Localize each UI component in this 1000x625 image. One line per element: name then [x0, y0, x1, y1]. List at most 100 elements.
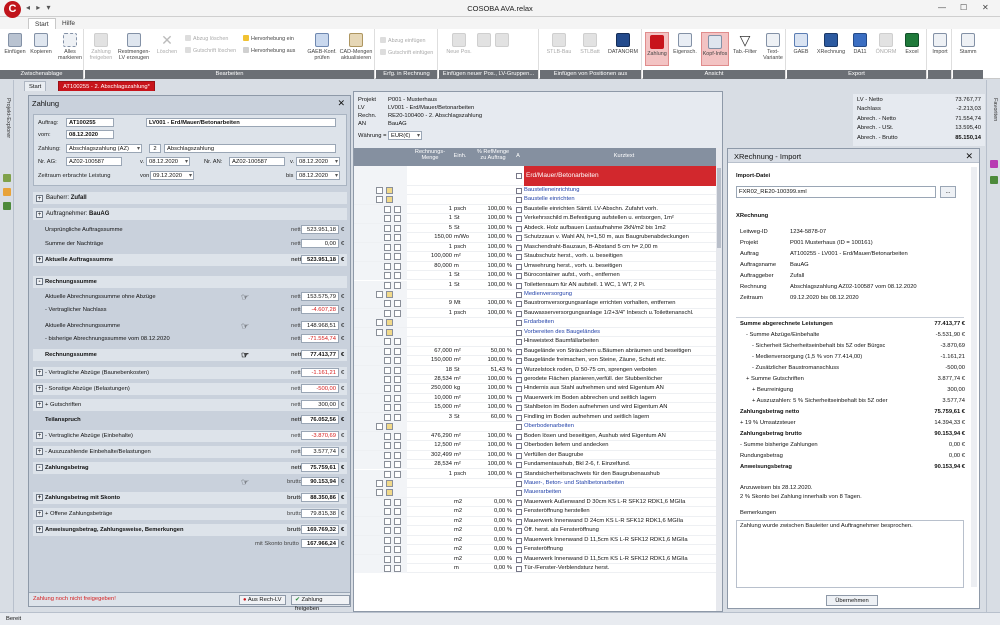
zahlung-text-field[interactable]: Abschlagszahlung — [164, 144, 336, 153]
tree-node-icon[interactable] — [384, 347, 391, 355]
tree-node-icon[interactable] — [384, 546, 391, 554]
tree-node-icon[interactable] — [384, 451, 391, 459]
rechnungssumme-head[interactable]: - Rechnungssumme — [33, 276, 347, 288]
row-checkbox[interactable] — [516, 282, 522, 289]
import-button[interactable]: Import — [930, 33, 950, 55]
tree-node-icon[interactable] — [384, 508, 391, 516]
zahlung-freigeben-footer-button[interactable]: ✔ Zahlung freigeben — [291, 595, 350, 612]
table-row[interactable]: Erdarbeiten — [354, 318, 718, 328]
skonto-row[interactable]: + Zahlungsbetrag mit Skonto brutto 88.350,8… — [33, 492, 347, 504]
doc-tab-start[interactable]: Start — [24, 81, 47, 91]
row-checkbox[interactable] — [516, 386, 522, 393]
expand-icon[interactable]: + — [36, 526, 43, 533]
table-row[interactable]: 476,290 m² 100,00 % Boden lösen und beseiti… — [354, 431, 718, 442]
menge-cell[interactable]: 15,000 — [434, 403, 452, 412]
row-checkbox[interactable] — [516, 273, 522, 280]
tree-node-icon[interactable] — [384, 262, 391, 270]
col-a[interactable]: A — [514, 153, 522, 159]
tree-node-icon[interactable] — [384, 470, 391, 478]
row-checkbox[interactable] — [516, 216, 522, 223]
bauherr-section[interactable]: + Bauherr: Zufall — [33, 192, 347, 204]
gutschrift-loeschen-button[interactable]: Gutschrift löschen — [185, 47, 236, 54]
menge-cell[interactable]: 1 — [449, 309, 452, 318]
abzug-einfuegen-button[interactable]: Abzug einfügen — [380, 37, 425, 44]
table-row[interactable]: 1 psch 100,00 % Maschendraht-Bauzaun, B-Abs… — [354, 242, 718, 253]
nr-an-date[interactable]: 08.12.2020 — [296, 157, 340, 166]
nr-ag-date[interactable]: 08.12.2020 — [146, 157, 190, 166]
row-checkbox[interactable] — [516, 537, 522, 544]
lv-field[interactable]: LV001 - Erd/Mauer/Betonarbeiten — [146, 118, 336, 127]
expand-icon[interactable]: + — [36, 448, 43, 455]
row-checkbox[interactable] — [516, 490, 522, 497]
expand-icon[interactable]: + — [36, 432, 43, 439]
tree-icon[interactable] — [3, 202, 11, 210]
menge-cell[interactable]: 1 — [449, 271, 452, 280]
menge-cell[interactable]: 150,00 — [434, 233, 452, 242]
row-checkbox[interactable] — [516, 405, 522, 412]
row-checkbox[interactable] — [516, 509, 522, 516]
table-scrollbar[interactable] — [716, 148, 722, 611]
tree-node-icon[interactable] — [384, 413, 391, 421]
expand-icon[interactable]: + — [36, 401, 43, 408]
stlb-bau-button[interactable]: STLB-Bau — [544, 33, 574, 55]
bemerkung-textarea[interactable]: Zahlung wurde zwischen Bauleiter und Auf… — [736, 520, 964, 588]
table-row[interactable]: Oberbodenarbeiten — [354, 422, 718, 432]
menge-cell[interactable]: 10,000 — [434, 394, 452, 403]
tree-node-icon[interactable] — [384, 498, 391, 506]
abz-bauneben-row[interactable]: + - Vertragliche Abzüge (Baunebenkosten) n… — [33, 367, 347, 379]
zahlungsbetrag-row[interactable]: - Zahlungsbetrag netto 75.759,61 € — [33, 462, 347, 474]
auszuzahlende-row[interactable]: + - Auszuzahlende Einbehalte/Belastungen n… — [33, 446, 347, 458]
kopf-infos-button[interactable]: Kopf-Infos — [701, 32, 729, 66]
close-icon[interactable]: ✕ — [337, 98, 345, 109]
table-row[interactable]: 10,000 m² 100,00 % Mauerwerk im Boden abbre… — [354, 393, 718, 404]
table-row[interactable]: 28,534 m² 100,00 % Fundamentaushub, Bkl 2-6… — [354, 460, 718, 470]
tree-node-icon[interactable] — [384, 281, 391, 289]
menge-cell[interactable]: 1 — [449, 205, 452, 214]
table-row[interactable]: Baustelleneinrichtung — [354, 186, 718, 196]
expand-icon[interactable]: + — [36, 195, 43, 202]
da11-export-button[interactable]: DA11 — [849, 33, 871, 55]
tree-node-icon[interactable] — [376, 290, 383, 298]
menge-cell[interactable]: 250,000 — [431, 384, 452, 393]
hand-icon[interactable]: ☞ — [241, 349, 249, 361]
collapse-icon[interactable]: - — [36, 278, 43, 285]
table-row[interactable]: 9 Mt 100,00 % Baustromversorgungsanlage err… — [354, 299, 718, 309]
tree-node-icon[interactable] — [384, 555, 391, 563]
row-checkbox[interactable] — [516, 329, 522, 336]
datanorm-button[interactable]: DATANORM — [606, 33, 640, 55]
row-checkbox[interactable] — [516, 254, 522, 261]
menge-cell[interactable]: 12,500 — [434, 441, 452, 450]
tree-node-icon[interactable] — [384, 394, 391, 402]
row-checkbox[interactable] — [516, 433, 522, 440]
tree-node-icon[interactable] — [384, 224, 391, 232]
minimize-button[interactable]: — — [938, 3, 946, 12]
expand-icon[interactable]: + — [36, 211, 43, 218]
table-row[interactable]: m2 0,00 % Mauerwerk Außenwand D 30cm KS L-… — [354, 497, 718, 508]
table-row[interactable]: m2 0,00 % Fensteröffnung herstellen — [354, 507, 718, 517]
vom-field[interactable]: 08.12.2020 — [66, 130, 114, 139]
row-checkbox[interactable] — [516, 235, 522, 242]
tree-node-icon[interactable] — [384, 366, 391, 374]
table-row[interactable]: 150,000 m² 100,00 % Baugelände freimachen, … — [354, 356, 718, 366]
explorer-icon[interactable] — [3, 174, 11, 182]
nr-an-field[interactable]: AZ02-100587 — [229, 157, 285, 166]
table-row[interactable]: m2 0,00 % Fensteröffnung — [354, 545, 718, 555]
tree-node-icon[interactable] — [376, 196, 383, 204]
tree-node-icon[interactable] — [384, 432, 391, 440]
table-row[interactable]: 1 St 100,00 % Verkehrsschild m.Befestigung … — [354, 214, 718, 224]
table-row[interactable]: 1 St 100,00 % Bürocontainer aufst., vorh., … — [354, 271, 718, 281]
row-value[interactable]: 153.575,79 — [301, 292, 339, 301]
copy-button[interactable]: Kopieren — [28, 33, 54, 55]
table-row[interactable]: 28,534 m² 100,00 % gerodete Flächen planier… — [354, 375, 718, 385]
menge-cell[interactable]: 18 — [446, 366, 452, 375]
table-row[interactable]: m2 0,00 % Öff. herst. als Fensteröffnung — [354, 526, 718, 536]
tab-filter-button[interactable]: ▽ Tab.-Filter — [731, 33, 759, 55]
tree-node-icon[interactable] — [384, 536, 391, 544]
neue-pos-button[interactable]: Neue Pos. — [445, 33, 473, 55]
eigenschaften-button[interactable]: Eigensch. — [671, 33, 699, 55]
row-checkbox[interactable] — [516, 414, 522, 421]
menge-cell[interactable]: 80,000 — [434, 262, 452, 271]
maximize-button[interactable]: ☐ — [960, 3, 967, 12]
tree-node-icon[interactable] — [384, 234, 391, 242]
menge-cell[interactable]: 1 — [449, 243, 452, 252]
